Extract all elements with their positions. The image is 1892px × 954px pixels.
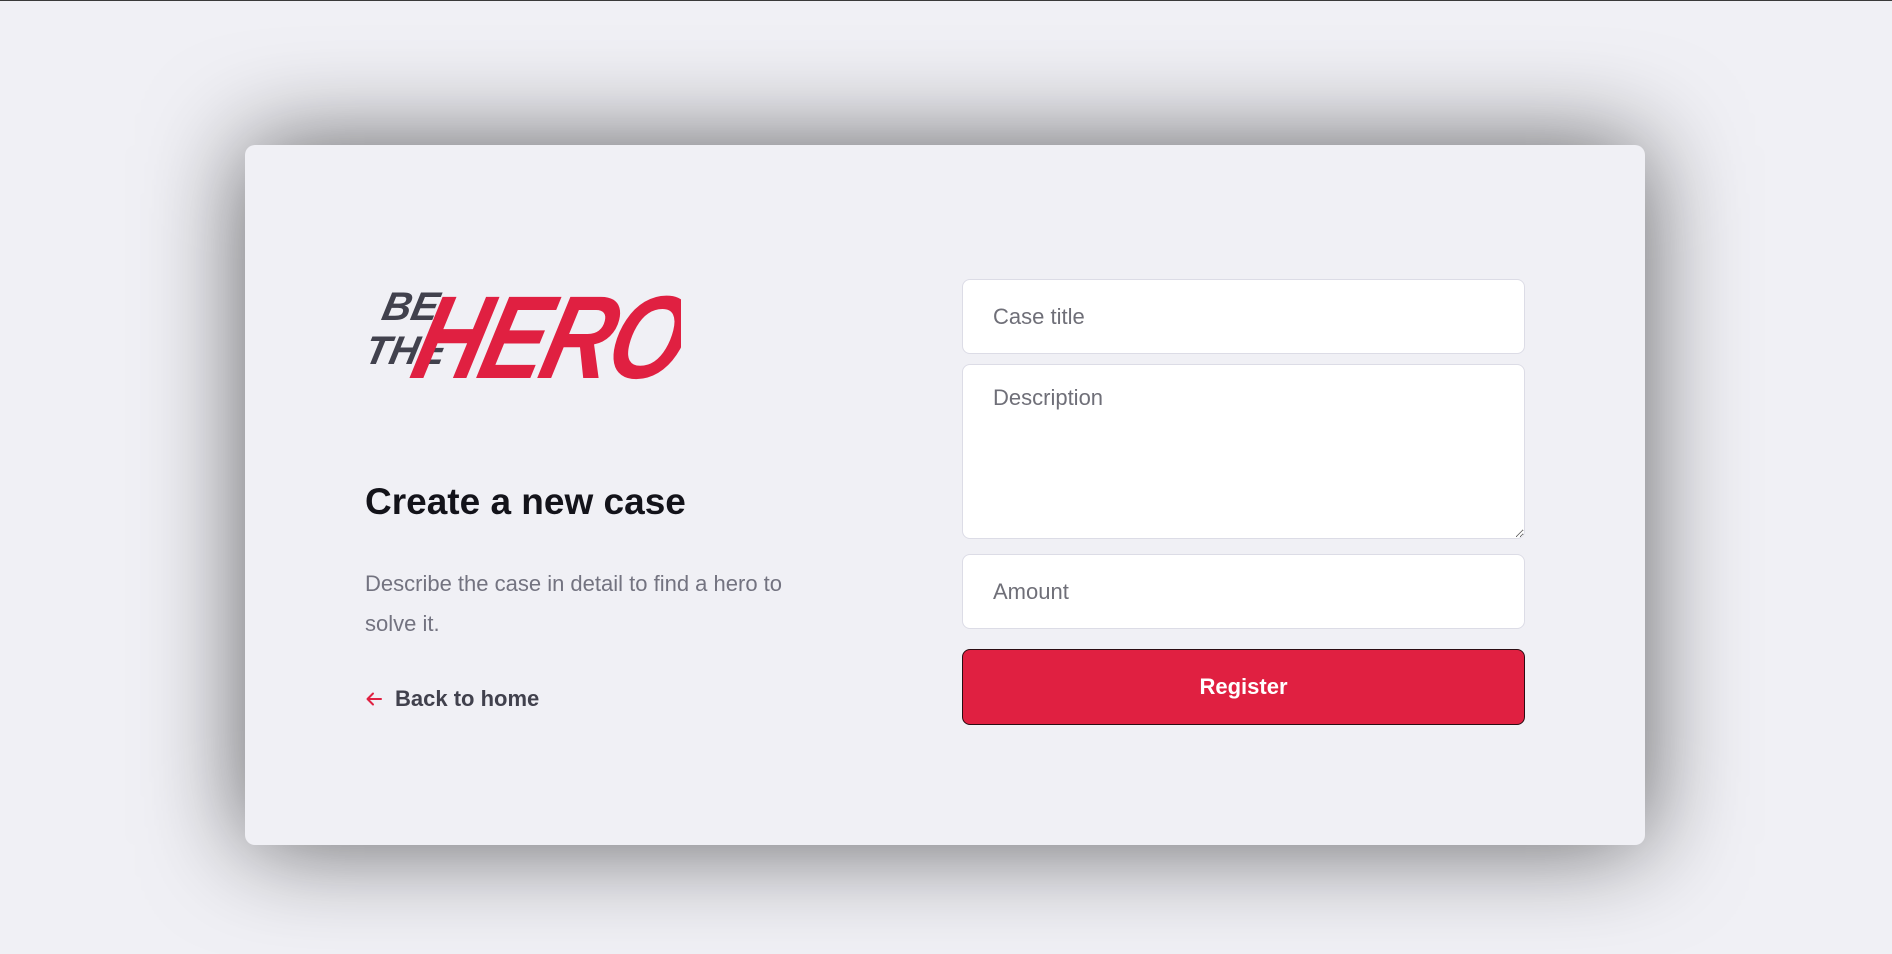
be-the-hero-logo: BE THE HERO [365, 273, 681, 398]
register-button[interactable]: Register [962, 649, 1525, 725]
page-title: Create a new case [365, 481, 686, 522]
new-case-card: BE THE HERO Create a new case Describe t… [245, 145, 1645, 845]
back-to-home-label: Back to home [395, 686, 540, 711]
case-title-input[interactable] [962, 279, 1525, 354]
amount-input[interactable] [962, 554, 1525, 629]
window-top-border [0, 0, 1892, 1]
svg-text:HERO: HERO [401, 273, 681, 398]
arrow-left-icon [366, 692, 382, 706]
new-case-form: Register [962, 279, 1525, 725]
intro-section: BE THE HERO Create a new case Describe t… [365, 260, 845, 712]
description-textarea[interactable] [962, 364, 1525, 539]
back-to-home-link[interactable]: Back to home [365, 686, 845, 712]
page-description: Describe the case in detail to find a he… [365, 571, 783, 636]
